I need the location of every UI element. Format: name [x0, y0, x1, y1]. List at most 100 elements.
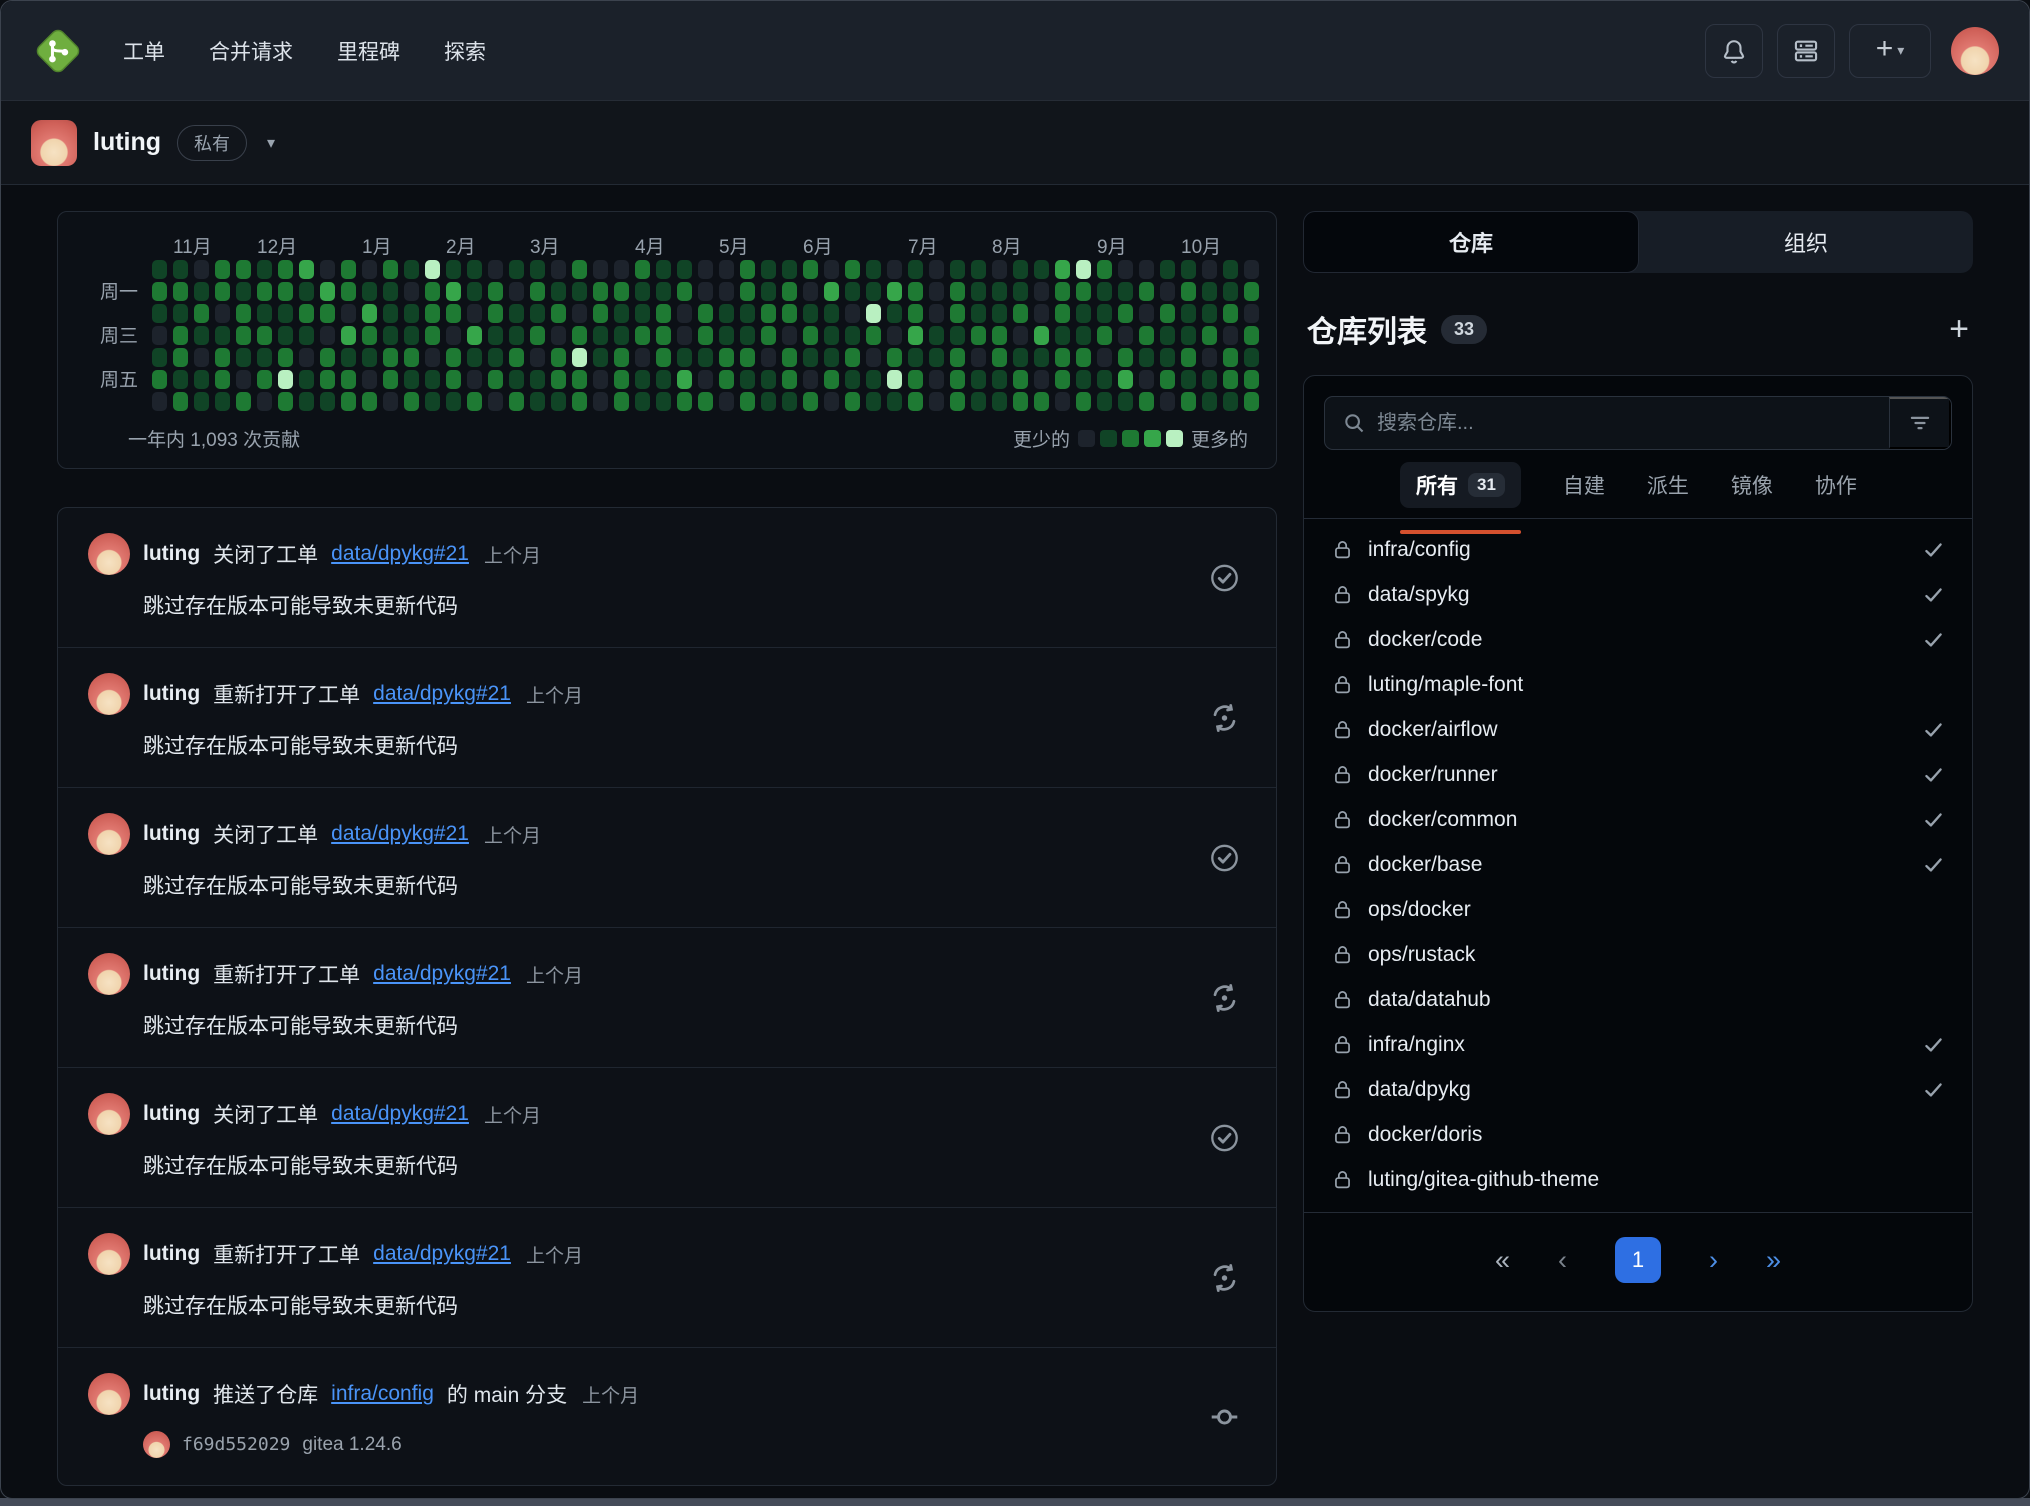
feed-actor[interactable]: luting [143, 962, 200, 986]
contribution-cell [803, 282, 818, 301]
repo-filter-tab-1[interactable]: 自建 [1563, 470, 1605, 500]
feed-avatar[interactable] [88, 1093, 130, 1135]
feed-target-link[interactable]: infra/config [331, 1382, 434, 1406]
feed-actor[interactable]: luting [143, 1102, 200, 1126]
contribution-cell [866, 392, 881, 411]
pagination-next-button[interactable]: › [1709, 1245, 1718, 1276]
repo-row-8[interactable]: ops/docker [1304, 887, 1972, 932]
gitea-logo[interactable] [31, 24, 85, 78]
repo-row-9[interactable]: ops/rustack [1304, 932, 1972, 977]
feed-target-link[interactable]: data/dpykg#21 [373, 682, 511, 706]
lock-icon [1332, 1079, 1353, 1100]
create-new-button[interactable]: + ▾ [1849, 24, 1931, 78]
repo-filter-tab-4[interactable]: 协作 [1815, 470, 1857, 500]
repo-row-5[interactable]: docker/runner [1304, 752, 1972, 797]
sidebar-tab-0[interactable]: 仓库 [1303, 211, 1639, 273]
repo-filter-button[interactable] [1889, 397, 1951, 449]
repo-name: data/dpykg [1368, 1078, 1471, 1102]
heatmap-weekday-label: 周三 [100, 327, 138, 346]
contribution-cell [320, 304, 335, 323]
repo-row-2[interactable]: docker/code [1304, 617, 1972, 662]
heatmap-month-label: 2月 [446, 232, 476, 259]
feed-actor[interactable]: luting [143, 822, 200, 846]
nav-item-0[interactable]: 工单 [123, 36, 165, 66]
repo-row-12[interactable]: data/dpykg [1304, 1067, 1972, 1112]
contribution-cell [488, 392, 503, 411]
repo-count-badge: 33 [1441, 315, 1487, 344]
issue-reopened-icon [1209, 982, 1240, 1013]
repo-row-10[interactable]: data/datahub [1304, 977, 1972, 1022]
feed-avatar[interactable] [88, 673, 130, 715]
feed-target-link[interactable]: data/dpykg#21 [331, 1102, 469, 1126]
feed-avatar[interactable] [88, 953, 130, 995]
contribution-cell [1034, 282, 1049, 301]
repo-filter-tab-3[interactable]: 镜像 [1731, 470, 1773, 500]
feed-avatar[interactable] [88, 1233, 130, 1275]
repo-name: docker/code [1368, 628, 1482, 652]
contribution-cell [446, 282, 461, 301]
feed-target-link[interactable]: data/dpykg#21 [331, 822, 469, 846]
feed-timestamp: 上个月 [484, 1101, 541, 1128]
feed-avatar[interactable] [88, 533, 130, 575]
nav-item-2[interactable]: 里程碑 [337, 36, 400, 66]
feed-avatar[interactable] [88, 1373, 130, 1415]
heatmap-month-label: 9月 [1097, 232, 1127, 259]
contribution-cell [656, 370, 671, 389]
feed-actor[interactable]: luting [143, 1242, 200, 1266]
feed-target-link[interactable]: data/dpykg#21 [373, 962, 511, 986]
repo-row-11[interactable]: infra/nginx [1304, 1022, 1972, 1067]
repo-row-4[interactable]: docker/airflow [1304, 707, 1972, 752]
contribution-cell [152, 260, 167, 279]
repo-row-13[interactable]: docker/doris [1304, 1112, 1972, 1157]
repo-row-7[interactable]: docker/base [1304, 842, 1972, 887]
repo-filter-tab-0[interactable]: 所有31 [1400, 462, 1521, 508]
nav-item-1[interactable]: 合并请求 [209, 36, 293, 66]
contribution-cell [572, 326, 587, 345]
commit-sha-link[interactable]: f69d552029 [182, 1434, 290, 1455]
pagination-prev-button[interactable]: ‹ [1558, 1245, 1567, 1276]
repo-row-3[interactable]: luting/maple-font [1304, 662, 1972, 707]
repo-row-1[interactable]: data/spykg [1304, 572, 1972, 617]
feed-target-link[interactable]: data/dpykg#21 [331, 542, 469, 566]
pagination-current-page[interactable]: 1 [1615, 1237, 1661, 1283]
contribution-cell [677, 260, 692, 279]
admin-panel-button[interactable] [1777, 24, 1835, 78]
repo-filter-tab-2[interactable]: 派生 [1647, 470, 1689, 500]
contribution-cell [446, 348, 461, 367]
contribution-cell [950, 370, 965, 389]
sidebar-tab-1[interactable]: 组织 [1639, 211, 1973, 273]
contribution-cell [1181, 348, 1196, 367]
feed-avatar[interactable] [88, 813, 130, 855]
feed-actor[interactable]: luting [143, 542, 200, 566]
pagination-first-button[interactable]: « [1495, 1245, 1510, 1276]
heatmap-month-label: 12月 [257, 232, 297, 259]
contribution-cell [929, 370, 944, 389]
repo-list-title: 仓库列表 [1307, 307, 1427, 351]
notifications-button[interactable] [1705, 24, 1763, 78]
contribution-cell [614, 282, 629, 301]
repo-row-6[interactable]: docker/common [1304, 797, 1972, 842]
pagination-last-button[interactable]: » [1766, 1245, 1781, 1276]
feed-target-link[interactable]: data/dpykg#21 [373, 1242, 511, 1266]
contribution-cell [1013, 326, 1028, 345]
lock-icon [1332, 1124, 1353, 1145]
profile-dropdown-caret[interactable]: ▾ [267, 133, 275, 153]
contribution-cell [698, 326, 713, 345]
feed-actor[interactable]: luting [143, 682, 200, 706]
profile-username: luting [93, 128, 161, 157]
feed-action-text: 重新打开了工单 [213, 679, 360, 709]
contribution-cell [1202, 348, 1217, 367]
contribution-cell [509, 326, 524, 345]
contribution-cell [698, 260, 713, 279]
nav-item-3[interactable]: 探索 [444, 36, 486, 66]
feed-actor[interactable]: luting [143, 1382, 200, 1406]
contribution-cell [1055, 260, 1070, 279]
repo-search-input[interactable] [1377, 412, 1871, 435]
contribution-cell [950, 392, 965, 411]
contribution-cell [257, 326, 272, 345]
repo-row-14[interactable]: luting/gitea-github-theme [1304, 1157, 1972, 1202]
contribution-cell [971, 326, 986, 345]
user-avatar[interactable] [1951, 27, 1999, 75]
heatmap-month-label: 8月 [992, 232, 1022, 259]
add-repo-button[interactable]: + [1949, 312, 1969, 346]
